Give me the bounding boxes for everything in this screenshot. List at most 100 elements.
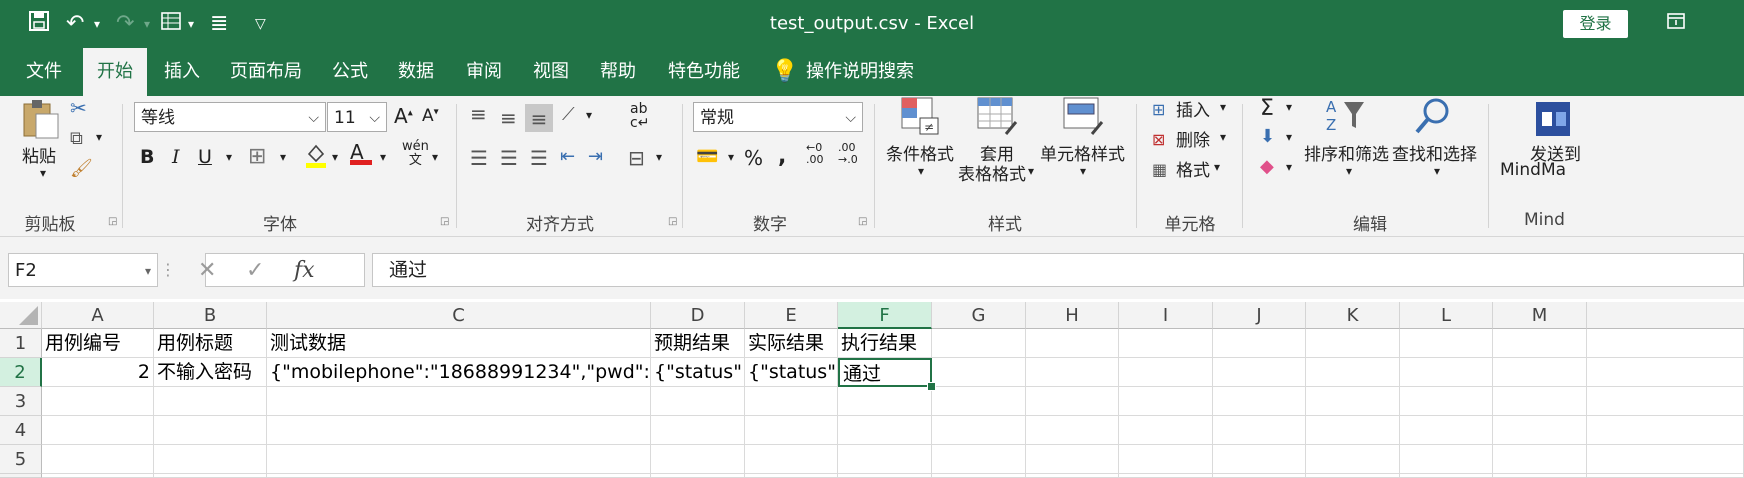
insert-dropdown-icon[interactable]: ▾ — [1220, 100, 1226, 114]
find-select-dropdown-icon[interactable]: ▾ — [1434, 164, 1440, 178]
cell-g1[interactable] — [932, 329, 1026, 358]
redo-dropdown-icon[interactable]: ▾ — [144, 10, 150, 38]
align-top-icon[interactable]: ≡ — [470, 102, 487, 126]
cell-m4[interactable] — [1493, 416, 1587, 445]
column-header-h[interactable]: H — [1026, 302, 1119, 329]
tab-view[interactable]: 视图 — [519, 48, 583, 96]
column-header-g[interactable]: G — [932, 302, 1026, 329]
form-icon[interactable] — [160, 10, 182, 38]
align-right-icon[interactable]: ☰ — [530, 146, 548, 170]
align-bottom-icon[interactable]: ≡ — [525, 104, 553, 132]
row-header-1[interactable]: 1 — [0, 329, 42, 358]
cell-f1[interactable]: 执行结果 — [838, 329, 932, 358]
save-icon[interactable] — [28, 10, 50, 38]
cell-n1[interactable] — [1587, 329, 1744, 358]
accounting-format-icon[interactable]: 💳 — [696, 146, 718, 167]
cell-k4[interactable] — [1306, 416, 1400, 445]
column-header-i[interactable]: I — [1119, 302, 1213, 329]
paste-label[interactable]: 粘贴 — [22, 142, 56, 167]
cell-g6[interactable] — [932, 474, 1026, 478]
sort-filter-icon[interactable]: AZ — [1324, 96, 1368, 141]
cell-a4[interactable] — [42, 416, 154, 445]
fill-color-icon[interactable] — [304, 142, 328, 173]
column-header-k[interactable]: K — [1306, 302, 1400, 329]
cell-e4[interactable] — [745, 416, 838, 445]
fill-handle[interactable] — [927, 382, 936, 391]
insert-cells-label[interactable]: 插入 — [1176, 96, 1210, 121]
number-format-select[interactable]: 常规 ⌵ — [693, 102, 863, 132]
cell-f5[interactable] — [838, 445, 932, 474]
cell-c6[interactable] — [267, 474, 651, 478]
cell-n4[interactable] — [1587, 416, 1744, 445]
cell-j4[interactable] — [1213, 416, 1306, 445]
column-header-b[interactable]: B — [154, 302, 267, 329]
cell-d2[interactable]: {"status":0, — [651, 358, 745, 387]
cell-g4[interactable] — [932, 416, 1026, 445]
select-all-corner[interactable] — [0, 302, 42, 329]
cell-c2[interactable]: {"mobilephone":"18688991234","pwd":""} — [267, 358, 651, 387]
conditional-dropdown-icon[interactable]: ▾ — [918, 164, 924, 178]
cell-i4[interactable] — [1119, 416, 1213, 445]
cell-i2[interactable] — [1119, 358, 1213, 387]
cell-f2[interactable]: 通过 — [838, 358, 932, 387]
undo-icon[interactable]: ↶ — [66, 10, 84, 38]
cell-e5[interactable] — [745, 445, 838, 474]
column-header-c[interactable]: C — [267, 302, 651, 329]
font-color-icon[interactable]: A — [350, 140, 372, 165]
delete-cells-icon[interactable]: ⊠ — [1152, 130, 1165, 149]
column-header-f[interactable]: F — [838, 302, 932, 329]
tab-insert[interactable]: 插入 — [150, 48, 214, 96]
tab-home[interactable]: 开始 — [83, 48, 147, 96]
fill-icon[interactable]: ⬇ — [1260, 126, 1275, 147]
row-header-3[interactable]: 3 — [0, 387, 42, 416]
column-header-d[interactable]: D — [651, 302, 745, 329]
cell-e6[interactable] — [745, 474, 838, 478]
insert-cells-icon[interactable]: ⊞ — [1152, 100, 1165, 119]
clear-dropdown-icon[interactable]: ▾ — [1286, 160, 1292, 174]
cell-k1[interactable] — [1306, 329, 1400, 358]
cell-b6[interactable] — [154, 474, 267, 478]
cell-j2[interactable] — [1213, 358, 1306, 387]
borders-dropdown-icon[interactable]: ▾ — [280, 150, 286, 164]
login-button[interactable]: 登录 — [1563, 10, 1628, 38]
copy-dropdown-icon[interactable]: ▾ — [96, 130, 102, 144]
delete-dropdown-icon[interactable]: ▾ — [1220, 130, 1226, 144]
cell-styles-icon[interactable] — [1062, 96, 1104, 141]
italic-icon[interactable]: I — [172, 146, 180, 168]
cell-h1[interactable] — [1026, 329, 1119, 358]
cell-b3[interactable] — [154, 387, 267, 416]
conditional-formatting-label[interactable]: 条件格式 — [886, 140, 954, 165]
conditional-formatting-icon[interactable]: ≠ — [900, 96, 942, 141]
bold-icon[interactable]: B — [140, 146, 154, 168]
cancel-icon[interactable]: ✕ — [198, 254, 216, 288]
fill-color-dropdown-icon[interactable]: ▾ — [332, 150, 338, 164]
orientation-icon[interactable]: ⟋ — [562, 104, 575, 125]
autosum-icon[interactable]: Σ — [1260, 96, 1274, 121]
cell-a1[interactable]: 用例编号 — [42, 329, 154, 358]
format-dropdown-icon[interactable]: ▾ — [1214, 160, 1220, 174]
format-cells-label[interactable]: 格式 — [1176, 156, 1210, 181]
cell-k3[interactable] — [1306, 387, 1400, 416]
cell-i1[interactable] — [1119, 329, 1213, 358]
cell-m5[interactable] — [1493, 445, 1587, 474]
row-header-4[interactable]: 4 — [0, 416, 42, 445]
cell-g3[interactable] — [932, 387, 1026, 416]
wrap-text-icon[interactable]: ab c↵ — [630, 102, 649, 130]
underline-dropdown-icon[interactable]: ▾ — [226, 150, 232, 164]
cell-h2[interactable] — [1026, 358, 1119, 387]
cell-b1[interactable]: 用例标题 — [154, 329, 267, 358]
cell-m3[interactable] — [1493, 387, 1587, 416]
phonetic-icon[interactable]: wén 文 — [402, 140, 429, 168]
column-header-j[interactable]: J — [1213, 302, 1306, 329]
cell-d1[interactable]: 预期结果 — [651, 329, 745, 358]
fill-dropdown-icon[interactable]: ▾ — [1286, 130, 1292, 144]
cut-icon[interactable]: ✂ — [70, 96, 87, 120]
resize-handle-icon[interactable]: ⋮ — [160, 253, 176, 287]
font-launcher-icon[interactable]: ◲ — [440, 216, 449, 227]
font-color-dropdown-icon[interactable]: ▾ — [380, 150, 386, 164]
cell-c3[interactable] — [267, 387, 651, 416]
column-header-a[interactable]: A — [42, 302, 154, 329]
cell-j5[interactable] — [1213, 445, 1306, 474]
cell-b4[interactable] — [154, 416, 267, 445]
cell-k2[interactable] — [1306, 358, 1400, 387]
